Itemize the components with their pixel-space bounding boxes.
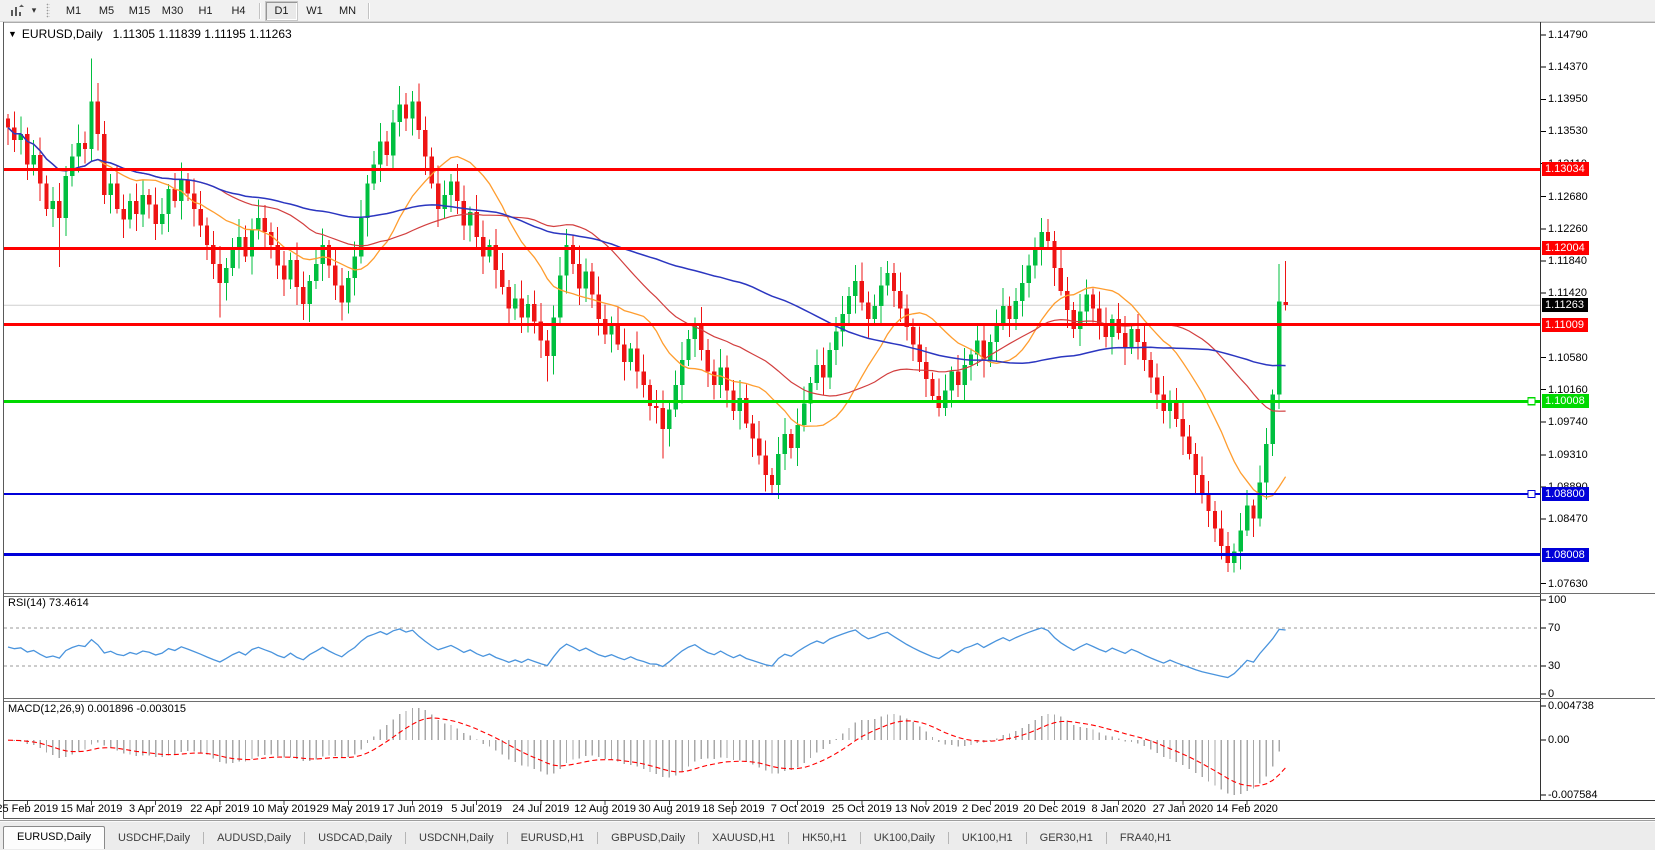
toolbar-separator <box>259 3 261 19</box>
tab-uk100-daily[interactable]: UK100,Daily <box>861 829 948 848</box>
tab-usdcnh-daily[interactable]: USDCNH,Daily <box>406 829 507 848</box>
timeframe-button-mn[interactable]: MN <box>331 1 364 21</box>
periods-icon[interactable] <box>6 2 28 20</box>
timeframe-button-d1[interactable]: D1 <box>265 1 298 21</box>
timeframe-button-m15[interactable]: M15 <box>123 1 156 21</box>
collapse-icon[interactable]: ▼ <box>8 29 17 39</box>
line-drag-handle <box>1528 398 1535 405</box>
date-axis-ticks <box>27 801 1247 805</box>
tab-eurusd-h1[interactable]: EURUSD,H1 <box>508 829 598 848</box>
tab-usdchf-daily[interactable]: USDCHF,Daily <box>105 829 203 848</box>
macd-indicator-label: MACD(12,26,9) 0.001896 -0.003015 <box>8 703 186 715</box>
trading-terminal-window: ▾ M1M5M15M30H1H4 D1W1MN ▼ EURUSD,Daily 1.11… <box>0 0 1655 850</box>
dropdown-caret-icon[interactable]: ▾ <box>28 5 40 16</box>
tab-ger30-h1[interactable]: GER30,H1 <box>1027 829 1106 848</box>
tab-eurusd-daily[interactable]: EURUSD,Daily <box>3 826 105 849</box>
chart-symbol-label: EURUSD,Daily <box>22 27 103 41</box>
timeframes-toolbar: ▾ M1M5M15M30H1H4 D1W1MN <box>0 0 1655 22</box>
tab-gbpusd-daily[interactable]: GBPUSD,Daily <box>598 829 698 848</box>
timeframe-button-w1[interactable]: W1 <box>298 1 331 21</box>
chart-ohlc-values: 1.11305 1.11839 1.11195 1.11263 <box>113 27 292 41</box>
timeframe-button-m30[interactable]: M30 <box>156 1 189 21</box>
chart-canvas[interactable] <box>0 0 1655 850</box>
chart-tab-bar: EURUSD,DailyUSDCHF,DailyAUDUSD,DailyUSDC… <box>0 820 1655 850</box>
line-drag-handle <box>1528 490 1535 497</box>
periods-icon-glyph <box>10 4 25 18</box>
timeframe-button-m5[interactable]: M5 <box>90 1 123 21</box>
toolbar-separator <box>368 3 370 19</box>
tab-xauusd-h1[interactable]: XAUUSD,H1 <box>699 829 788 848</box>
tab-uk100-h1[interactable]: UK100,H1 <box>949 829 1026 848</box>
timeframe-button-h4[interactable]: H4 <box>222 1 255 21</box>
tab-hk50-h1[interactable]: HK50,H1 <box>789 829 860 848</box>
tab-fra40-h1[interactable]: FRA40,H1 <box>1107 829 1184 848</box>
timeframe-button-m1[interactable]: M1 <box>57 1 90 21</box>
toolbar-grip[interactable] <box>46 3 50 18</box>
chart-plot-area[interactable] <box>0 0 1655 850</box>
timeframe-buttons: M1M5M15M30H1H4 D1W1MN <box>57 1 374 21</box>
tab-usdcad-daily[interactable]: USDCAD,Daily <box>305 829 405 848</box>
tab-audusd-daily[interactable]: AUDUSD,Daily <box>204 829 304 848</box>
chart-title: ▼ EURUSD,Daily 1.11305 1.11839 1.11195 1.1… <box>8 27 292 41</box>
rsi-indicator-label: RSI(14) 73.4614 <box>8 597 89 609</box>
timeframe-button-h1[interactable]: H1 <box>189 1 222 21</box>
